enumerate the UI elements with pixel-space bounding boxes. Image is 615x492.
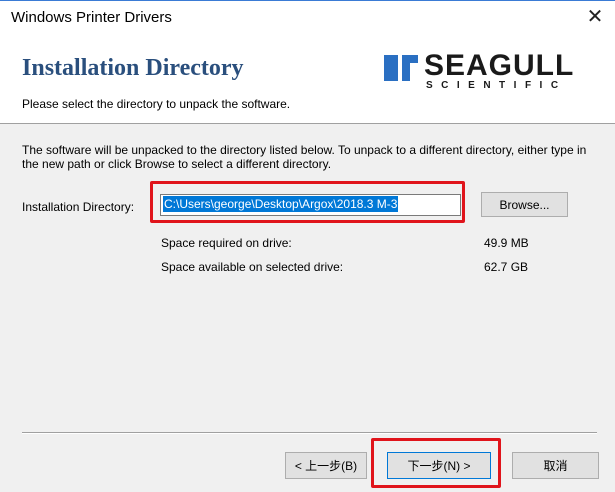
logo-wordmark: SEAGULL [424,49,575,82]
header-panel: Installation Directory Please select the… [0,31,615,124]
cancel-button[interactable]: 取消 [512,452,599,479]
page-subtitle: Please select the directory to unpack th… [22,97,291,111]
window-title: Windows Printer Drivers [11,9,172,26]
back-button[interactable]: < 上一步(B) [285,452,367,479]
footer-divider [22,432,597,434]
installation-directory-label: Installation Directory: [22,200,135,214]
page-title: Installation Directory [22,55,244,81]
installer-window: Windows Printer Drivers ✕ Installation D… [0,0,615,492]
space-required-label: Space required on drive: [161,236,292,250]
space-available-label: Space available on selected drive: [161,260,344,274]
description-text: The software will be unpacked to the dir… [22,143,587,171]
title-bar: Windows Printer Drivers ✕ [0,1,615,31]
close-icon[interactable]: ✕ [575,1,615,31]
directory-highlight-annotation [150,181,465,223]
seagull-logo-icon [384,55,418,81]
logo-subtext: SCIENTIFIC [426,80,567,91]
space-required-value: 49.9 MB [484,236,529,250]
browse-button[interactable]: Browse... [481,192,568,217]
seagull-logo: SEAGULL SCIENTIFIC [384,49,584,93]
next-highlight-annotation [371,438,501,488]
space-available-value: 62.7 GB [484,260,529,274]
